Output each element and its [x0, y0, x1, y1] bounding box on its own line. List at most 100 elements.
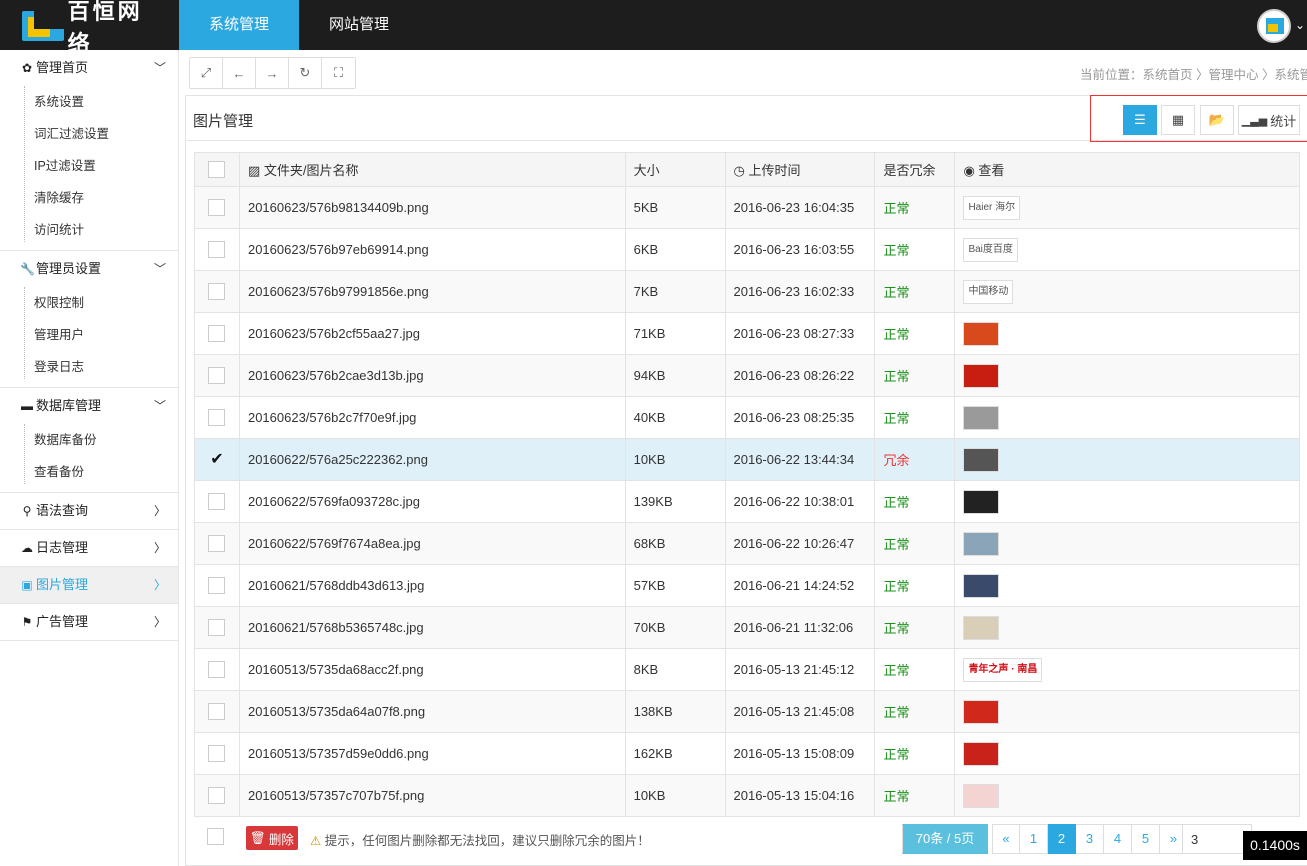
image-thumbnail[interactable] — [963, 699, 1000, 724]
row-checkbox[interactable] — [208, 199, 226, 217]
table-row[interactable]: ✔ 20160622/576a25c222362.png 10KB 2016-06-2… — [194, 438, 1300, 481]
sidebar-item-system-settings[interactable]: 系统设置 — [0, 86, 178, 118]
sidebar-head-database[interactable]: ▬ 数据库管理 ﹀ — [0, 388, 178, 424]
image-thumbnail[interactable] — [963, 783, 1000, 808]
row-checkbox[interactable] — [208, 283, 226, 301]
cell-view — [954, 522, 1300, 565]
image-thumbnail[interactable] — [963, 531, 1000, 556]
sidebar-item-db-backup[interactable]: 数据库备份 — [0, 424, 178, 456]
sidebar-head-label: 语法查询 — [36, 503, 89, 518]
tab-system-management[interactable]: 系统管理 — [179, 0, 299, 50]
image-thumbnail[interactable] — [963, 489, 1000, 514]
sidebar-head-ads[interactable]: ⚑ 广告管理 〉 — [0, 604, 178, 640]
row-checkbox[interactable] — [208, 535, 226, 553]
image-thumbnail[interactable] — [963, 405, 1000, 430]
row-checkbox[interactable] — [208, 409, 226, 427]
column-size[interactable]: 大小 — [624, 152, 726, 187]
chevron-down-icon[interactable]: ⌄ — [1295, 18, 1305, 32]
row-checkbox[interactable] — [208, 325, 226, 343]
pagination-page-current[interactable]: 2 — [1048, 824, 1076, 854]
column-name[interactable]: ▨ 文件夹/图片名称 — [238, 152, 626, 187]
stats-button[interactable]: ▁▃▅ 统计 — [1238, 105, 1300, 135]
image-thumbnail[interactable] — [963, 321, 1000, 346]
table-row[interactable]: 20160623/576b2cae3d13b.jpg 94KB 2016-06-23… — [194, 354, 1300, 397]
fullscreen-icon[interactable]: ⛶ — [322, 58, 355, 88]
pagination-prev[interactable]: « — [992, 824, 1020, 854]
user-avatar[interactable] — [1257, 9, 1291, 43]
row-checkbox[interactable] — [208, 787, 226, 805]
delete-button[interactable]: 🗑 删除 — [246, 826, 298, 850]
sidebar-item-ip-filter[interactable]: IP过滤设置 — [0, 150, 178, 182]
image-thumbnail[interactable] — [963, 615, 1000, 640]
image-thumbnail[interactable] — [963, 447, 1000, 472]
page-jump-input[interactable] — [1182, 824, 1252, 854]
footer-select-checkbox[interactable] — [207, 828, 224, 845]
cell-time: 2016-06-23 08:26:22 — [724, 354, 876, 397]
row-checkbox[interactable] — [208, 577, 226, 595]
table-row[interactable]: 20160623/576b97991856e.png 7KB 2016-06-23 … — [194, 270, 1300, 313]
row-checkbox[interactable] — [208, 241, 226, 259]
table-row[interactable]: 20160513/57357d59e0dd6.png 162KB 2016-05-1… — [194, 732, 1300, 775]
cell-status: 正常 — [874, 312, 956, 355]
image-thumbnail[interactable]: Haier 海尔 — [963, 195, 1021, 220]
pagination-page[interactable]: 4 — [1104, 824, 1132, 854]
brand-logo[interactable]: 百恒网络 — [22, 0, 162, 57]
column-redundant[interactable]: 是否冗余 — [874, 152, 956, 187]
folder-open-icon[interactable]: 📂 — [1200, 105, 1234, 135]
sidebar-head-label: 数据库管理 — [36, 398, 102, 413]
forward-arrow-icon[interactable]: → — [256, 58, 289, 88]
image-thumbnail[interactable]: 青年之声 · 南昌 — [963, 657, 1043, 682]
row-checkbox[interactable] — [208, 619, 226, 637]
table-row[interactable]: 20160513/5735da64a07f8.png 138KB 2016-05-1… — [194, 690, 1300, 733]
sidebar-head-admin[interactable]: 🔧管理员设置 ﹀ — [0, 251, 178, 287]
sidebar-head-home[interactable]: ✿ 管理首页 ﹀ — [0, 50, 178, 86]
table-row[interactable]: 20160623/576b2c7f70e9f.jpg 40KB 2016-06-23… — [194, 396, 1300, 439]
sidebar-item-word-filter[interactable]: 词汇过滤设置 — [0, 118, 178, 150]
pagination-page[interactable]: 3 — [1076, 824, 1104, 854]
table-row[interactable]: 20160623/576b97eb69914.png 6KB 2016-06-23 … — [194, 228, 1300, 271]
image-thumbnail[interactable]: 中国移动 — [963, 279, 1014, 304]
image-thumbnail[interactable] — [963, 573, 1000, 598]
column-view[interactable]: ◉ 查看 — [954, 152, 1300, 187]
pagination-page[interactable]: 1 — [1020, 824, 1048, 854]
sidebar-item-login-log[interactable]: 登录日志 — [0, 351, 178, 383]
sidebar-item-visit-stats[interactable]: 访问统计 — [0, 214, 178, 246]
sidebar-item-permissions[interactable]: 权限控制 — [0, 287, 178, 319]
sidebar-item-view-backup[interactable]: 查看备份 — [0, 456, 178, 488]
list-view-icon[interactable]: ☰ — [1123, 105, 1157, 135]
sidebar-head-syntax[interactable]: ⚲ 语法查询 〉 — [0, 493, 178, 529]
cell-size: 162KB — [624, 732, 726, 775]
table-row[interactable]: 20160621/5768b5365748c.jpg 70KB 2016-06-21… — [194, 606, 1300, 649]
table-row[interactable]: 20160623/576b98134409b.png 5KB 2016-06-23 … — [194, 186, 1300, 229]
sidebar-head-picture[interactable]: ▣ 图片管理 〉 — [0, 567, 178, 603]
table-row[interactable]: 20160622/5769fa093728c.jpg 139KB 2016-06-2… — [194, 480, 1300, 523]
select-all-checkbox[interactable] — [208, 161, 226, 179]
pagination-page[interactable]: 5 — [1132, 824, 1160, 854]
row-checkbox[interactable] — [208, 703, 226, 721]
image-thumbnail[interactable] — [963, 741, 1000, 766]
row-checkbox[interactable] — [208, 745, 226, 763]
table-row[interactable]: 20160622/5769f7674a8ea.jpg 68KB 2016-06-22… — [194, 522, 1300, 565]
sidebar-head-log[interactable]: ☁ 日志管理 〉 — [0, 530, 178, 566]
refresh-icon[interactable]: ↻ — [289, 58, 322, 88]
back-arrow-icon[interactable]: ← — [223, 58, 256, 88]
table-row[interactable]: 20160621/5768ddb43d613.jpg 57KB 2016-06-21… — [194, 564, 1300, 607]
sidebar-item-manage-users[interactable]: 管理用户 — [0, 319, 178, 351]
image-thumbnail[interactable] — [963, 363, 1000, 388]
image-thumbnail[interactable]: Bai度百度 — [963, 237, 1018, 262]
column-time[interactable]: ◷ 上传时间 — [724, 152, 876, 187]
expand-icon[interactable]: ⤢ — [190, 58, 223, 88]
row-checkbox[interactable]: ✔ — [208, 451, 225, 468]
sidebar-item-clear-cache[interactable]: 清除缓存 — [0, 182, 178, 214]
row-checkbox[interactable] — [208, 493, 226, 511]
table-row[interactable]: 20160513/5735da68acc2f.png 8KB 2016-05-13 … — [194, 648, 1300, 691]
cell-view: 中国移动 — [954, 270, 1300, 313]
row-checkbox[interactable] — [208, 367, 226, 385]
tab-website-management[interactable]: 网站管理 — [299, 0, 419, 50]
cell-status: 正常 — [874, 522, 956, 565]
row-checkbox[interactable] — [208, 661, 226, 679]
table-row[interactable]: 20160513/57357c707b75f.png 10KB 2016-05-13… — [194, 774, 1300, 817]
cell-time: 2016-06-23 08:25:35 — [724, 396, 876, 439]
table-row[interactable]: 20160623/576b2cf55aa27.jpg 71KB 2016-06-23… — [194, 312, 1300, 355]
grid-view-icon[interactable]: ▦ — [1161, 105, 1195, 135]
